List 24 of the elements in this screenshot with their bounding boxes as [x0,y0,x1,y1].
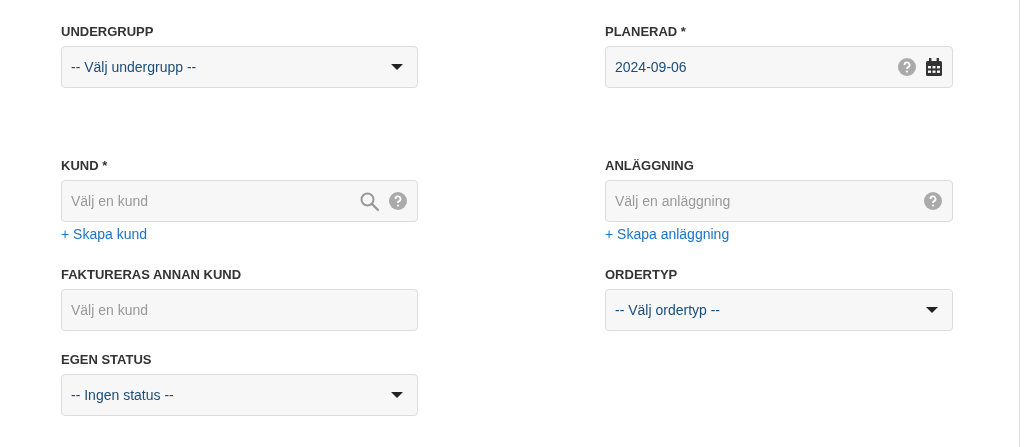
help-icon[interactable] [898,58,916,76]
input-field[interactable]: Välj en anläggning [605,180,953,222]
select-field[interactable]: -- Välj undergrupp -- [61,46,418,88]
field-label: KUND * [61,157,108,174]
select-field[interactable]: -- Ingen status -- [61,374,418,416]
caret-icon [391,392,403,398]
caret-icon [391,64,403,70]
field-label: PLANERAD * [605,23,686,40]
input-field[interactable]: Välj en kund [61,180,418,222]
field-label: ANLÄGGNING [605,157,694,174]
field-label: ORDERTYP [605,266,678,283]
create-link[interactable]: + Skapa anläggning [605,224,730,245]
caret-icon [926,307,938,313]
field-label: EGEN STATUS [61,351,152,368]
field-label: FAKTURERAS ANNAN KUND [61,266,242,283]
input-field[interactable]: Välj en kund [61,289,418,331]
help-icon[interactable] [924,192,942,210]
field-label: UNDERGRUPP [61,23,154,40]
create-link[interactable]: + Skapa kund [61,224,147,245]
date-field[interactable]: 2024-09-06 [605,46,953,88]
search-icon[interactable] [360,191,379,211]
help-icon[interactable] [389,192,407,210]
calendar-icon[interactable] [926,58,942,76]
select-field[interactable]: -- Välj ordertyp -- [605,289,953,331]
